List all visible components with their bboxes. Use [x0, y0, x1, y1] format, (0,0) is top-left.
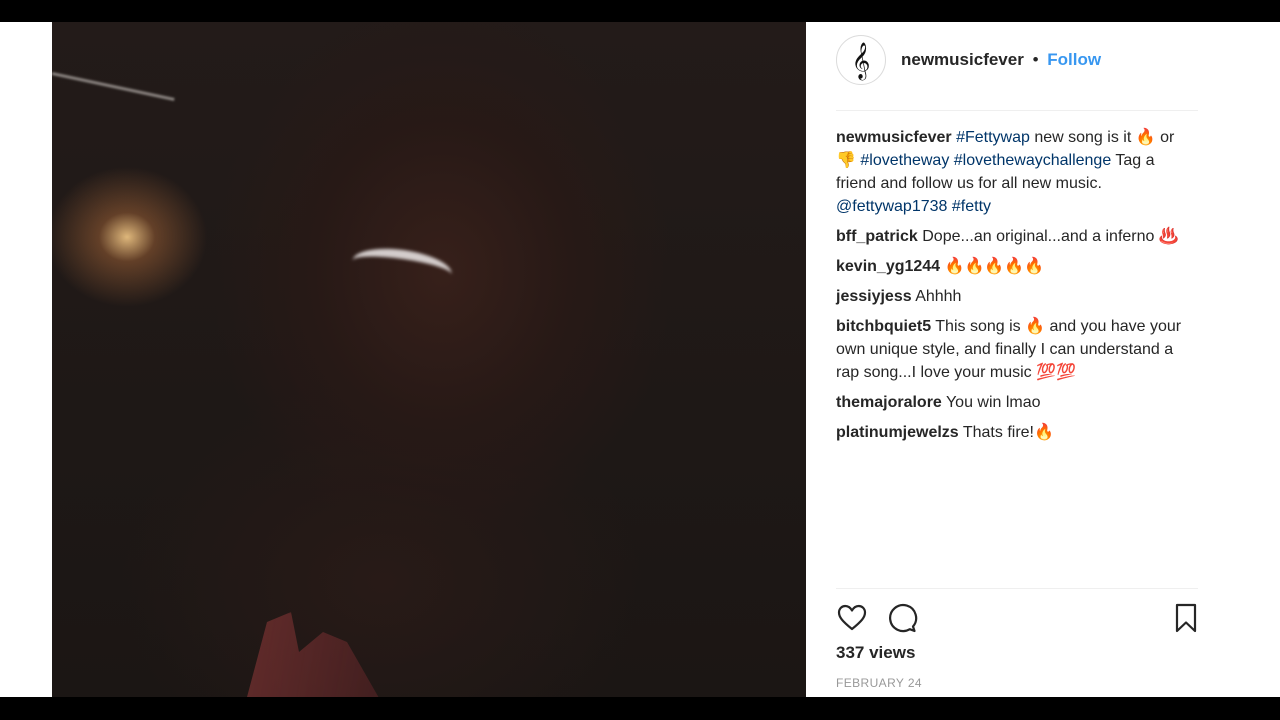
post-video[interactable] — [52, 22, 806, 697]
header-username[interactable]: newmusicfever — [901, 50, 1024, 69]
comment-text: Dope...an original...and a inferno ♨️ — [922, 228, 1179, 245]
caption-hashtag-link[interactable]: #lovetheway — [860, 152, 949, 169]
light-streak — [52, 72, 175, 101]
header-separator: • — [1032, 50, 1039, 69]
action-bar — [836, 602, 1198, 634]
comment-text: 🔥🔥🔥🔥🔥 — [944, 258, 1045, 275]
comment-item: bff_patrick Dope...an original...and a i… — [836, 225, 1198, 248]
caption-hashtag-link[interactable]: @fettywap1738 — [836, 198, 947, 215]
comments-list: newmusicfever #Fettywap new song is it 🔥… — [836, 126, 1198, 451]
comment-username[interactable]: jessiyjess — [836, 288, 912, 305]
caption-hashtag-link[interactable]: #lovethewaychallenge — [954, 152, 1111, 169]
actions-divider — [836, 588, 1198, 589]
post-side-panel: 𝄞 newmusicfever • Follow newmusicfever #… — [806, 22, 1280, 697]
bookmark-icon[interactable] — [1170, 602, 1202, 634]
letterbox-top — [0, 0, 1280, 22]
comment-text: You win lmao — [945, 394, 1041, 411]
treble-clef-icon: 𝄞 — [851, 40, 871, 79]
comment-username[interactable]: platinumjewelzs — [836, 424, 959, 441]
comment-item: jessiyjess Ahhhh — [836, 285, 1198, 308]
post-frame: 𝄞 newmusicfever • Follow newmusicfever #… — [0, 22, 1280, 697]
comment-bubble-icon[interactable] — [886, 602, 918, 634]
caption-username[interactable]: newmusicfever — [836, 129, 952, 146]
post-date: FEBRUARY 24 — [836, 676, 922, 690]
heart-icon[interactable] — [836, 602, 868, 634]
video-subject-smile — [350, 243, 454, 292]
comment-items: bff_patrick Dope...an original...and a i… — [836, 225, 1198, 444]
video-subject-shirt — [243, 612, 387, 697]
comment-username[interactable]: bitchbquiet5 — [836, 318, 931, 335]
comment-item: platinumjewelzs Thats fire!🔥 — [836, 421, 1198, 444]
post-caption: newmusicfever #Fettywap new song is it 🔥… — [836, 126, 1198, 218]
view-count[interactable]: 337 views — [836, 643, 915, 663]
comment-item: kevin_yg1244 🔥🔥🔥🔥🔥 — [836, 255, 1198, 278]
comment-item: themajoralore You win lmao — [836, 391, 1198, 414]
comment-text: Thats fire!🔥 — [962, 424, 1054, 441]
comment-username[interactable]: bff_patrick — [836, 228, 918, 245]
comment-username[interactable]: kevin_yg1244 — [836, 258, 940, 275]
follow-button[interactable]: Follow — [1047, 50, 1101, 69]
avatar[interactable]: 𝄞 — [836, 35, 886, 85]
header-text: newmusicfever • Follow — [901, 50, 1101, 70]
letterbox-bottom — [0, 697, 1280, 720]
caption-hashtag-link[interactable]: #Fettywap — [956, 129, 1030, 146]
caption-hashtag-link[interactable]: #fetty — [952, 198, 991, 215]
comment-item: bitchbquiet5 This song is 🔥 and you have… — [836, 315, 1198, 384]
comment-username[interactable]: themajoralore — [836, 394, 942, 411]
header-divider — [836, 110, 1198, 111]
comment-text: Ahhhh — [915, 288, 962, 305]
post-header: 𝄞 newmusicfever • Follow — [836, 34, 1198, 86]
